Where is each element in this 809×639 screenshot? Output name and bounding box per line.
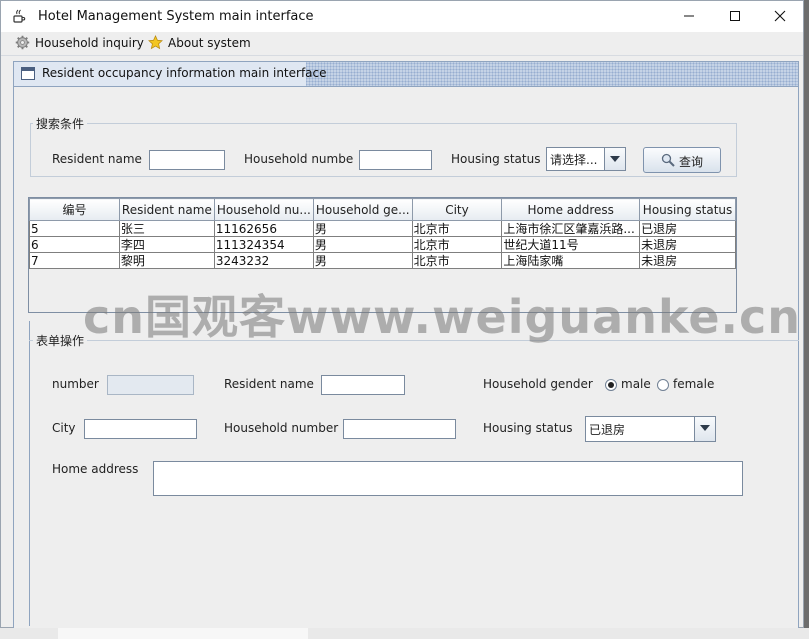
form-housing-status-value: 已退房 — [589, 423, 626, 437]
column-header[interactable]: Household ge... — [312, 198, 413, 221]
table-cell[interactable]: 北京市 — [411, 252, 503, 269]
form-number-input — [107, 375, 194, 395]
form-household-number-input[interactable] — [343, 419, 456, 439]
table-row[interactable]: 7 黎明 3243232 男 北京市 上海陆家嘴 未退房 — [29, 252, 736, 269]
title-bar[interactable]: Hotel Management System main interface — [1, 1, 803, 32]
column-header[interactable]: Housing status — [639, 198, 736, 221]
form-household-number-label: Household number — [224, 421, 339, 435]
table-cell[interactable]: 111324354 — [213, 236, 314, 253]
frame-icon — [21, 67, 35, 80]
table-cell[interactable]: 北京市 — [411, 220, 503, 237]
table-cell[interactable]: 北京市 — [411, 236, 503, 253]
search-housing-status-select[interactable]: 请选择... — [546, 147, 626, 171]
gender-female-label[interactable]: female — [673, 377, 714, 391]
table-row[interactable]: 6 李四 111324354 男 北京市 世纪大道11号 未退房 — [29, 236, 736, 253]
table-cell[interactable]: 未退房 — [639, 252, 736, 269]
table-cell[interactable]: 3243232 — [213, 252, 314, 269]
table-cell[interactable]: 上海陆家嘴 — [501, 252, 641, 269]
table-cell[interactable]: 上海市徐汇区肇嘉浜路... — [501, 220, 641, 237]
window-title: Hotel Management System main interface — [38, 9, 314, 24]
column-header[interactable]: 编号 — [29, 198, 120, 221]
form-city-label: City — [52, 421, 76, 435]
minimize-button[interactable] — [666, 1, 712, 32]
form-city-input[interactable] — [84, 419, 197, 439]
watermark: cn国观客www.weiguanke.cn — [83, 290, 802, 344]
form-housing-status-select[interactable]: 已退房 — [585, 416, 716, 442]
form-housing-status-label: Housing status — [483, 421, 573, 435]
menu-bar: Household inquiry About system — [1, 32, 803, 56]
table-cell[interactable]: 李四 — [118, 236, 215, 253]
table-cell[interactable]: 男 — [312, 252, 413, 269]
column-header[interactable]: Resident name — [118, 198, 215, 221]
column-header[interactable]: City — [411, 198, 503, 221]
resident-grid: 编号 Resident name Household nu... Househo… — [29, 198, 736, 269]
form-resident-name-label: Resident name — [224, 377, 314, 391]
menu-household-inquiry[interactable]: Household inquiry — [15, 33, 144, 54]
form-resident-name-input[interactable] — [321, 375, 405, 395]
search-resident-name-label: Resident name — [52, 152, 142, 166]
chevron-down-icon[interactable] — [604, 148, 625, 170]
menu-about-system[interactable]: About system — [148, 33, 251, 54]
gender-male-label[interactable]: male — [621, 377, 651, 391]
star-icon — [148, 35, 163, 50]
form-home-address-label: Home address — [52, 462, 139, 476]
column-header[interactable]: Home address — [501, 198, 641, 221]
search-housing-status-value: 请选择... — [550, 153, 598, 167]
table-cell[interactable]: 7 — [29, 252, 120, 269]
close-icon — [774, 10, 786, 22]
internal-frame-title-bar[interactable]: Resident occupancy information main inte… — [14, 62, 798, 87]
table-cell[interactable]: 11162656 — [213, 220, 314, 237]
form-household-gender-label: Household gender — [483, 377, 593, 391]
table-header-row: 编号 Resident name Household nu... Househo… — [29, 198, 736, 221]
chevron-down-icon[interactable] — [694, 417, 715, 441]
table-cell[interactable]: 已退房 — [639, 220, 736, 237]
main-window: Hotel Management System main interface H… — [0, 0, 804, 629]
table-cell[interactable]: 6 — [29, 236, 120, 253]
search-group-legend: 搜索条件 — [33, 115, 88, 132]
menu-household-inquiry-label: Household inquiry — [35, 36, 144, 50]
form-home-address-input[interactable] — [153, 461, 743, 496]
gender-female-radio[interactable] — [657, 379, 669, 391]
internal-frame-title: Resident occupancy information main inte… — [42, 66, 327, 80]
table-cell[interactable]: 黎明 — [118, 252, 215, 269]
table-cell[interactable]: 男 — [312, 236, 413, 253]
form-number-label: number — [52, 377, 99, 391]
search-household-number-label: Household numbe — [244, 152, 354, 166]
table-cell[interactable]: 5 — [29, 220, 120, 237]
query-button-label: 查询 — [679, 155, 704, 169]
search-icon — [661, 153, 675, 167]
minimize-icon — [684, 15, 694, 17]
table-row[interactable]: 5 张三 11162656 男 北京市 上海市徐汇区肇嘉浜路... 已退房 — [29, 220, 736, 237]
maximize-button[interactable] — [712, 1, 758, 32]
search-household-number-input[interactable] — [359, 150, 432, 170]
table-cell[interactable]: 男 — [312, 220, 413, 237]
close-button[interactable] — [757, 1, 803, 32]
gender-male-radio[interactable] — [605, 379, 617, 391]
menu-about-system-label: About system — [168, 36, 251, 50]
gear-icon — [15, 35, 30, 50]
table-cell[interactable]: 未退房 — [639, 236, 736, 253]
search-housing-status-label: Housing status — [451, 152, 541, 166]
table-cell[interactable]: 世纪大道11号 — [501, 236, 641, 253]
java-app-icon — [13, 9, 26, 23]
table-cell[interactable]: 张三 — [118, 220, 215, 237]
background-desktop-strip — [0, 628, 809, 639]
form-group-legend: 表单操作 — [33, 332, 88, 349]
query-button[interactable]: 查询 — [643, 147, 721, 173]
column-header[interactable]: Household nu... — [213, 198, 314, 221]
maximize-icon — [730, 11, 740, 21]
search-resident-name-input[interactable] — [149, 150, 225, 170]
